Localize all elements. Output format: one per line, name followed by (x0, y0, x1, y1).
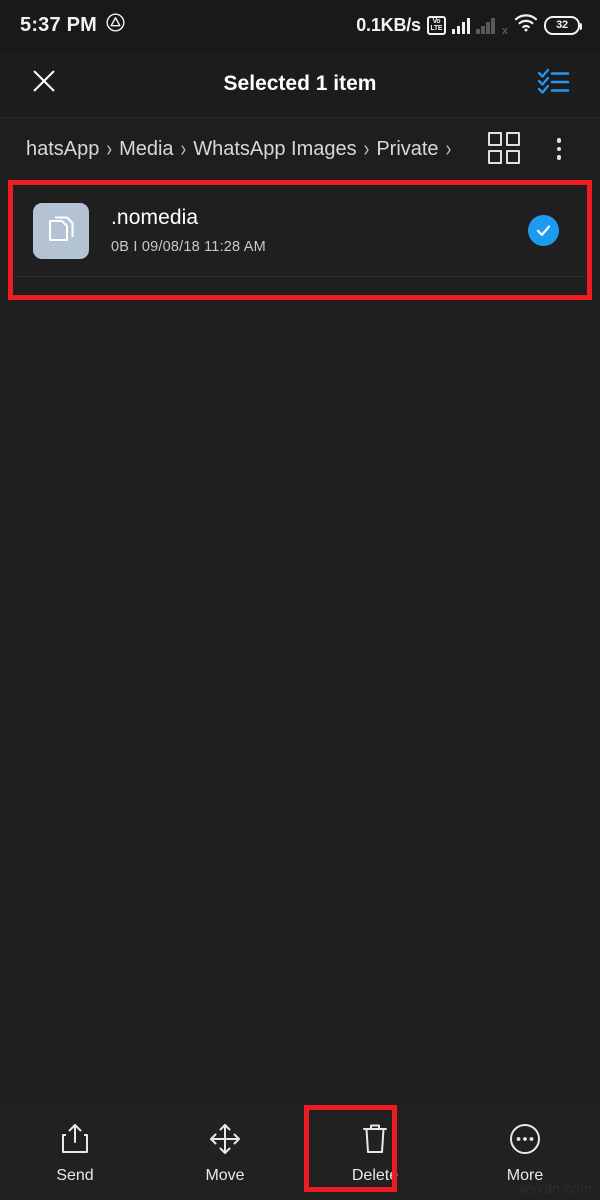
volte-icon-top: Vo (432, 18, 441, 25)
breadcrumb-item-2[interactable]: WhatsApp Images (193, 138, 356, 161)
breadcrumb-separator-0: › (106, 137, 113, 161)
triangle-alert-icon (106, 13, 125, 37)
move-button[interactable]: Move (150, 1105, 300, 1200)
breadcrumb-item-0[interactable]: hatsApp (26, 138, 99, 161)
check-circle-icon[interactable] (528, 215, 559, 246)
select-all-checklist-icon (537, 66, 571, 101)
file-manager-screen: 5:37 PM 0.1KB/s Vo LTE x 32 Selected 1 i… (0, 0, 600, 1200)
file-size: 0B (111, 239, 130, 255)
status-bar-left: 5:37 PM (20, 13, 125, 37)
battery-level-label: 32 (556, 19, 568, 31)
breadcrumb-separator-2: › (363, 137, 370, 161)
breadcrumb-item-1[interactable]: Media (119, 138, 173, 161)
send-button[interactable]: Send (0, 1105, 150, 1200)
move-arrows-icon (208, 1121, 242, 1157)
grid-view-icon[interactable] (488, 132, 522, 166)
page-title: Selected 1 item (223, 71, 377, 95)
file-modified-date: 09/08/18 11:28 AM (141, 239, 266, 255)
volte-icon: Vo LTE (426, 15, 446, 35)
more-vertical-icon[interactable] (542, 132, 576, 166)
signal-bars-icon (451, 17, 471, 34)
status-clock: 5:37 PM (20, 13, 97, 36)
more-circle-icon (508, 1121, 542, 1157)
battery-icon: 32 (544, 15, 582, 35)
select-all-button[interactable] (532, 64, 576, 104)
delete-button-label: Delete (351, 1166, 399, 1184)
send-button-label: Send (56, 1166, 94, 1184)
file-subtitle: 0B I 09/08/18 11:28 AM (111, 239, 528, 255)
move-button-label: Move (205, 1166, 245, 1184)
volte-icon-bottom: LTE (430, 25, 443, 32)
signal-bars-no-service-icon (476, 17, 495, 34)
breadcrumb-separator-3: › (445, 137, 452, 161)
share-upload-icon (59, 1121, 91, 1157)
trash-delete-icon (360, 1121, 390, 1157)
breadcrumb-item-3[interactable]: Private (376, 138, 438, 161)
file-meta: .nomedia 0B I 09/08/18 11:28 AM (111, 206, 528, 255)
breadcrumb-bar: hatsApp › Media › WhatsApp Images › Priv… (0, 118, 600, 180)
close-selection-button[interactable] (24, 64, 64, 104)
signal-no-service-mark: x (501, 25, 508, 37)
selected-file-highlight: .nomedia 0B I 09/08/18 11:28 AM (8, 180, 592, 300)
close-icon (29, 66, 59, 101)
breadcrumb-separator-1: › (180, 137, 187, 161)
file-list: .nomedia 0B I 09/08/18 11:28 AM (0, 180, 600, 1105)
document-file-icon (33, 202, 89, 259)
delete-button[interactable]: Delete (300, 1105, 450, 1200)
bottom-action-bar: Send Move Delete More wsxdn.com (0, 1105, 600, 1200)
file-name: .nomedia (111, 206, 199, 229)
table-row[interactable]: .nomedia 0B I 09/08/18 11:28 AM (13, 185, 587, 277)
status-bar-right: 0.1KB/s Vo LTE x 32 (356, 13, 582, 37)
app-bar: Selected 1 item (0, 50, 600, 118)
file-meta-separator: I (133, 239, 138, 255)
breadcrumb[interactable]: hatsApp › Media › WhatsApp Images › Priv… (26, 138, 476, 161)
network-speed-label: 0.1KB/s (356, 14, 421, 35)
status-bar: 5:37 PM 0.1KB/s Vo LTE x 32 (0, 0, 600, 50)
watermark: wsxdn.com (519, 1180, 592, 1196)
wifi-icon (514, 13, 538, 37)
